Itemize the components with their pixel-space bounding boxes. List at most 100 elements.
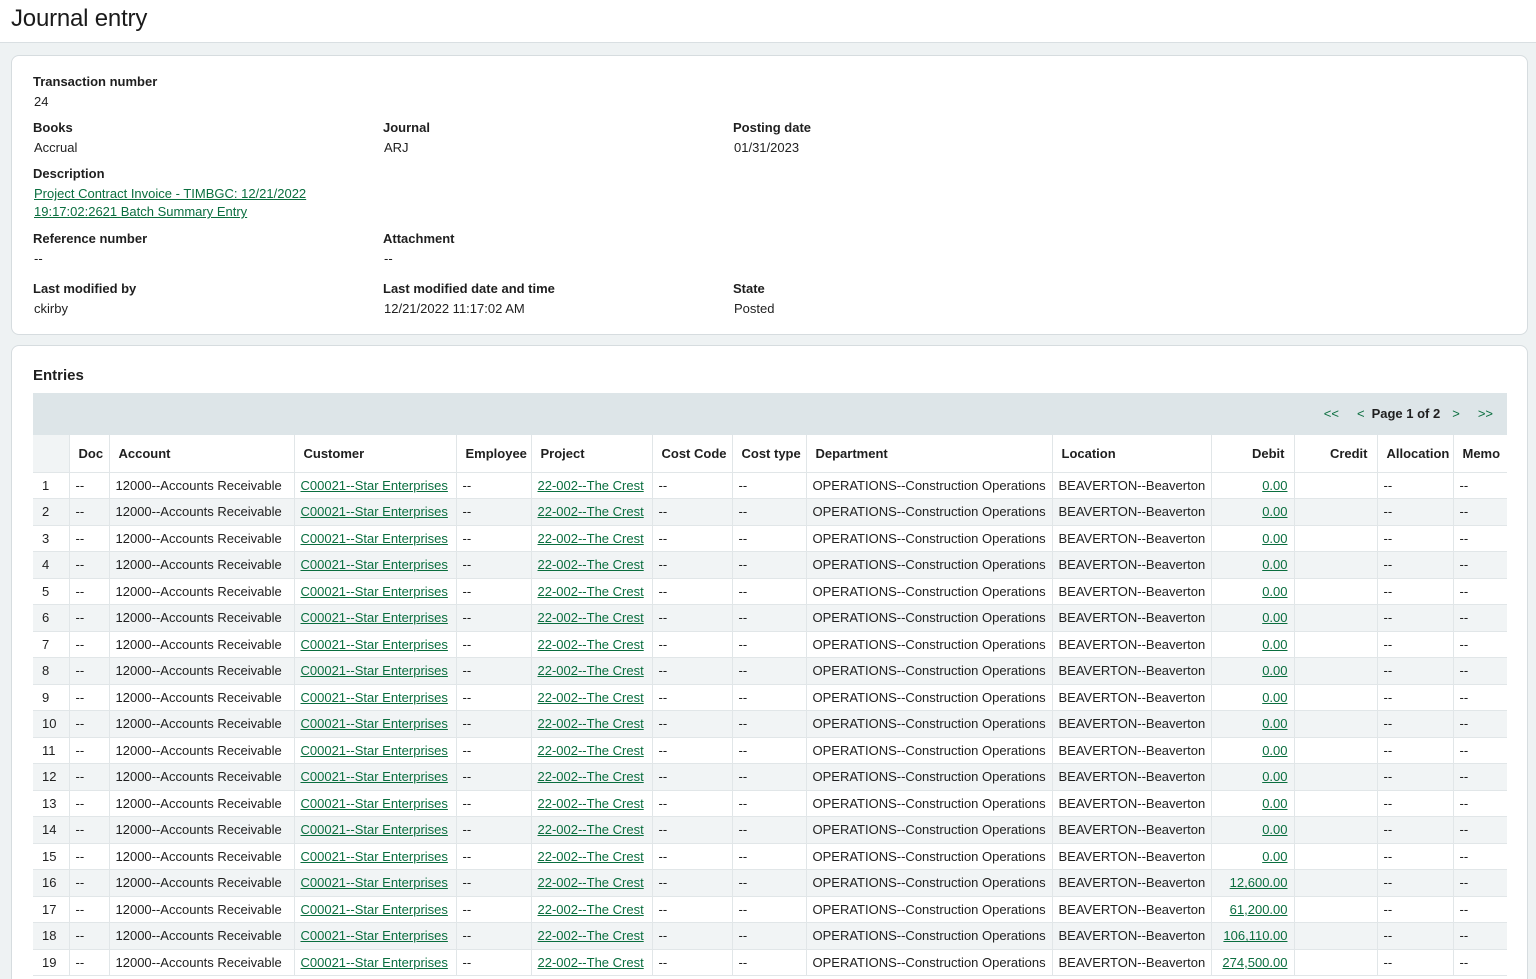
memo-cell: --: [1452, 498, 1507, 526]
department-cell: OPERATIONS--Construction Operations: [805, 631, 1052, 658]
previous-page-button[interactable]: <: [1357, 406, 1365, 421]
project-link[interactable]: 22-002--The Crest: [538, 531, 644, 546]
debit-cell: 0.00: [1210, 525, 1294, 552]
customer-link[interactable]: C00021--Star Enterprises: [301, 716, 448, 731]
column-header-project[interactable]: Project: [530, 435, 652, 473]
allocation-cell: --: [1376, 896, 1453, 923]
doc-cell: --: [68, 922, 109, 950]
credit-cell: [1293, 922, 1377, 950]
project-cell: 22-002--The Crest: [530, 551, 652, 579]
project-link[interactable]: 22-002--The Crest: [538, 504, 644, 519]
column-header-credit[interactable]: Credit: [1293, 435, 1377, 473]
debit-link[interactable]: 0.00: [1262, 822, 1287, 837]
customer-link[interactable]: C00021--Star Enterprises: [301, 875, 448, 890]
debit-link[interactable]: 0.00: [1262, 716, 1287, 731]
row-number-cell: 12: [33, 763, 69, 791]
debit-link[interactable]: 0.00: [1262, 478, 1287, 493]
column-header-debit[interactable]: Debit: [1210, 435, 1294, 473]
project-link[interactable]: 22-002--The Crest: [538, 690, 644, 705]
debit-link[interactable]: 0.00: [1262, 769, 1287, 784]
project-link[interactable]: 22-002--The Crest: [538, 743, 644, 758]
project-link[interactable]: 22-002--The Crest: [538, 928, 644, 943]
project-link[interactable]: 22-002--The Crest: [538, 663, 644, 678]
cost-code-cell: --: [651, 525, 732, 552]
table-row: 8 -- 12000--Accounts Receivable C00021--Sta…: [33, 657, 1507, 685]
customer-link[interactable]: C00021--Star Enterprises: [301, 637, 448, 652]
cost-code-cell: --: [651, 604, 732, 632]
debit-link[interactable]: 61,200.00: [1230, 902, 1288, 917]
table-row: 7 -- 12000--Accounts Receivable C00021--Sta…: [33, 631, 1507, 658]
column-header-allocation[interactable]: Allocation: [1376, 435, 1453, 473]
employee-cell: --: [455, 922, 531, 950]
description-link[interactable]: Project Contract Invoice - TIMBGC: 12/21…: [33, 185, 306, 221]
project-link[interactable]: 22-002--The Crest: [538, 478, 644, 493]
project-link[interactable]: 22-002--The Crest: [538, 875, 644, 890]
debit-link[interactable]: 0.00: [1262, 743, 1287, 758]
project-link[interactable]: 22-002--The Crest: [538, 796, 644, 811]
customer-link[interactable]: C00021--Star Enterprises: [301, 743, 448, 758]
column-header-cost-type[interactable]: Cost type: [731, 435, 806, 473]
department-cell: OPERATIONS--Construction Operations: [805, 896, 1052, 923]
cost-type-cell: --: [731, 763, 806, 791]
account-cell: 12000--Accounts Receivable: [108, 896, 294, 923]
customer-link[interactable]: C00021--Star Enterprises: [301, 769, 448, 784]
project-link[interactable]: 22-002--The Crest: [538, 716, 644, 731]
customer-link[interactable]: C00021--Star Enterprises: [301, 531, 448, 546]
project-link[interactable]: 22-002--The Crest: [538, 955, 644, 970]
project-link[interactable]: 22-002--The Crest: [538, 557, 644, 572]
customer-link[interactable]: C00021--Star Enterprises: [301, 796, 448, 811]
customer-link[interactable]: C00021--Star Enterprises: [301, 663, 448, 678]
debit-link[interactable]: 0.00: [1262, 557, 1287, 572]
customer-link[interactable]: C00021--Star Enterprises: [301, 557, 448, 572]
first-page-button[interactable]: <<: [1324, 406, 1339, 421]
column-header-employee[interactable]: Employee: [455, 435, 531, 473]
customer-link[interactable]: C00021--Star Enterprises: [301, 902, 448, 917]
debit-link[interactable]: 0.00: [1262, 796, 1287, 811]
customer-link[interactable]: C00021--Star Enterprises: [301, 478, 448, 493]
last-page-button[interactable]: >>: [1478, 406, 1493, 421]
debit-link[interactable]: 0.00: [1262, 849, 1287, 864]
project-link[interactable]: 22-002--The Crest: [538, 902, 644, 917]
project-link[interactable]: 22-002--The Crest: [538, 849, 644, 864]
project-link[interactable]: 22-002--The Crest: [538, 610, 644, 625]
posting-date-label: Posting date: [733, 120, 812, 135]
column-header-cost-code[interactable]: Cost Code: [651, 435, 732, 473]
customer-link[interactable]: C00021--Star Enterprises: [301, 955, 448, 970]
customer-link[interactable]: C00021--Star Enterprises: [301, 690, 448, 705]
debit-link[interactable]: 0.00: [1262, 504, 1287, 519]
memo-cell: --: [1452, 551, 1507, 579]
customer-cell: C00021--Star Enterprises: [293, 763, 456, 791]
debit-link[interactable]: 0.00: [1262, 690, 1287, 705]
books-value: Accrual: [34, 140, 78, 155]
project-link[interactable]: 22-002--The Crest: [538, 637, 644, 652]
cost-type-cell: --: [731, 604, 806, 632]
employee-cell: --: [455, 790, 531, 817]
customer-link[interactable]: C00021--Star Enterprises: [301, 822, 448, 837]
project-link[interactable]: 22-002--The Crest: [538, 584, 644, 599]
debit-link[interactable]: 0.00: [1262, 584, 1287, 599]
project-link[interactable]: 22-002--The Crest: [538, 822, 644, 837]
debit-link[interactable]: 0.00: [1262, 610, 1287, 625]
debit-cell: 0.00: [1210, 737, 1294, 764]
column-header-memo[interactable]: Memo: [1452, 435, 1507, 473]
debit-link[interactable]: 0.00: [1262, 663, 1287, 678]
row-number-cell: 6: [33, 604, 69, 632]
project-link[interactable]: 22-002--The Crest: [538, 769, 644, 784]
column-header-account[interactable]: Account: [108, 435, 294, 473]
customer-link[interactable]: C00021--Star Enterprises: [301, 504, 448, 519]
column-header-doc[interactable]: Doc: [68, 435, 109, 473]
customer-link[interactable]: C00021--Star Enterprises: [301, 928, 448, 943]
customer-link[interactable]: C00021--Star Enterprises: [301, 584, 448, 599]
next-page-button[interactable]: >: [1452, 406, 1460, 421]
debit-link[interactable]: 12,600.00: [1230, 875, 1288, 890]
column-header-customer[interactable]: Customer: [293, 435, 456, 473]
customer-link[interactable]: C00021--Star Enterprises: [301, 849, 448, 864]
column-header-location[interactable]: Location: [1051, 435, 1211, 473]
debit-link[interactable]: 106,110.00: [1223, 928, 1287, 943]
debit-link[interactable]: 274,500.00: [1222, 955, 1287, 970]
debit-link[interactable]: 0.00: [1262, 531, 1287, 546]
debit-link[interactable]: 0.00: [1262, 637, 1287, 652]
customer-link[interactable]: C00021--Star Enterprises: [301, 610, 448, 625]
department-cell: OPERATIONS--Construction Operations: [805, 684, 1052, 711]
column-header-department[interactable]: Department: [805, 435, 1052, 473]
